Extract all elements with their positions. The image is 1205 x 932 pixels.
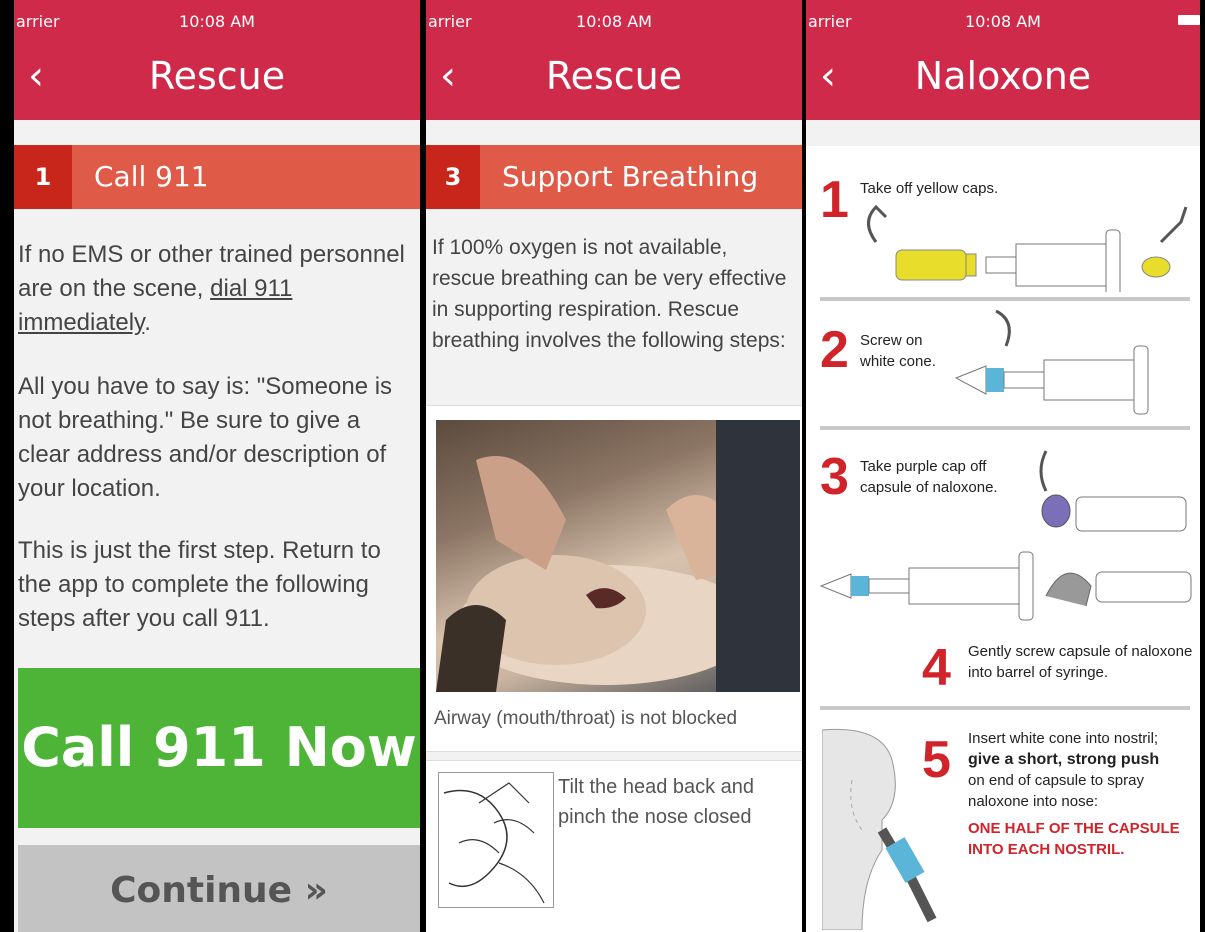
rescue-breathing-screen: arrier 10:08 AM ‹ Rescue 3 Support Breat…	[426, 0, 802, 932]
nav-bar: ‹ Naloxone	[806, 34, 1200, 120]
content-area: 1 Call 911 If no EMS or other trained pe…	[14, 120, 420, 932]
status-time: 10:08 AM	[576, 12, 652, 31]
step-4-assembly-icon	[819, 551, 1192, 621]
photo-caption: Airway (mouth/throat) is not blocked	[434, 708, 738, 729]
naloxone-screen: arrier 10:08 AM ‹ Naloxone 1 Take off ye…	[806, 0, 1200, 932]
status-bar: arrier 10:08 AM	[426, 0, 802, 34]
head-tilt-sketch	[438, 772, 554, 908]
content-area: 3 Support Breathing If 100% oxygen is no…	[426, 120, 802, 932]
head-tilt-text: Tilt the head back and pinch the nose cl…	[558, 776, 755, 828]
step-5-line-a: Insert white cone into nostril;	[968, 730, 1159, 747]
nav-bar: ‹ Rescue	[426, 34, 802, 120]
step-5-line-c: on end of capsule to spray naloxone into…	[968, 772, 1144, 810]
rescue-call-911-screen: arrier 10:08 AM ‹ Rescue 1 Call 911 If n…	[14, 0, 420, 932]
step-1-number: 1	[820, 171, 849, 229]
page-title: Rescue	[148, 54, 286, 98]
diagram-divider	[820, 297, 1190, 301]
step-4-text: Gently screw capsule of naloxone into ba…	[968, 643, 1193, 681]
step-title: Call 911	[94, 160, 209, 193]
status-time: 10:08 AM	[965, 12, 1041, 31]
intro-paragraph: If 100% oxygen is not available, rescue …	[432, 236, 787, 352]
status-time: 10:08 AM	[179, 12, 255, 31]
step-number-badge: 1	[14, 145, 72, 209]
continue-button[interactable]: Continue »	[18, 845, 420, 932]
rescue-breathing-photo	[436, 420, 800, 692]
step-1-syringe-icon	[867, 204, 1188, 292]
diagram-divider	[820, 706, 1190, 710]
step-title: Support Breathing	[502, 160, 759, 193]
page-title: Naloxone	[914, 54, 1092, 98]
step-header: 3 Support Breathing	[426, 145, 802, 209]
naloxone-diagram: 1 Take off yellow caps. 2 Screw on white…	[806, 146, 1200, 932]
step-5-line-b: give a short, strong push	[968, 751, 1160, 768]
page-title: Rescue	[545, 54, 683, 98]
step-2-text: Screw on white cone.	[860, 332, 936, 370]
instruction-paragraph-1: If no EMS or other trained personnel are…	[18, 238, 414, 340]
step-5-warning: ONE HALF OF THE CAPSULE INTO EACH NOSTRI…	[968, 820, 1180, 858]
rescue-photo-illustration	[436, 420, 800, 692]
call-911-now-button[interactable]: Call 911 Now	[18, 668, 420, 828]
diagram-divider	[820, 426, 1190, 430]
step-4-number: 4	[922, 639, 951, 697]
step-3-number: 3	[820, 448, 849, 506]
head-tilt-sketch-icon	[443, 782, 545, 904]
nav-bar: ‹ Rescue	[14, 34, 420, 120]
step-header: 1 Call 911	[14, 145, 420, 209]
status-bar: arrier 10:08 AM	[806, 0, 1200, 34]
step-number-badge: 3	[426, 145, 480, 209]
step-3-text: Take purple cap off capsule of naloxone.	[860, 458, 998, 496]
content-area: 1 Take off yellow caps. 2 Screw on white…	[806, 120, 1200, 932]
step-2-number: 2	[820, 321, 849, 379]
para1-end: .	[144, 309, 151, 336]
instruction-paragraph-2: All you have to say is: "Someone is not …	[18, 373, 393, 502]
step-5-text: Insert white cone into nostril; give a s…	[968, 728, 1198, 860]
step-5-number: 5	[922, 731, 951, 789]
step-3-capsule-icon	[1039, 450, 1187, 532]
status-bar: arrier 10:08 AM	[14, 0, 420, 34]
step-2-syringe-icon	[954, 309, 1149, 415]
instruction-paragraph-3: This is just the first step. Return to t…	[18, 537, 381, 632]
battery-icon	[1178, 15, 1200, 25]
